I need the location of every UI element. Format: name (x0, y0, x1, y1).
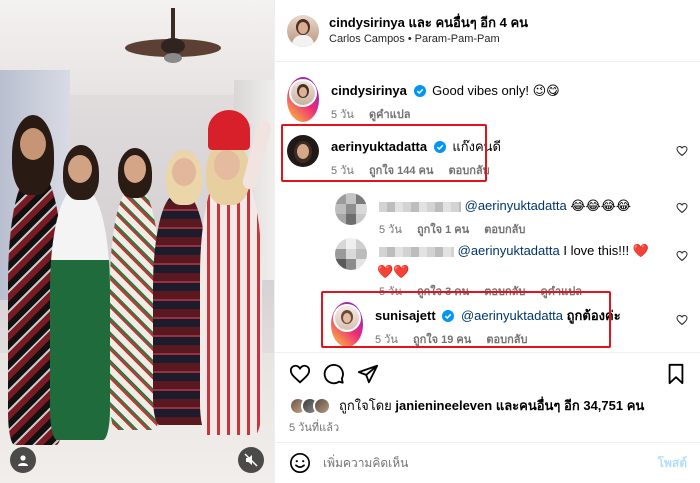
person-1-face (20, 128, 46, 160)
add-comment-bar: เพิ่มความคิดเห็น โพสต์ (275, 442, 700, 483)
heart-icon[interactable] (676, 314, 688, 326)
emoji-icon[interactable] (289, 452, 311, 474)
post-time[interactable]: 5 วันที่แล้ว (289, 418, 339, 436)
blurred-username[interactable] (379, 246, 454, 257)
header-text: cindysirinya และ คนอื่นๆ อีก 4 คน Carlos… (329, 14, 528, 47)
person-3-face (124, 155, 146, 183)
post-button[interactable]: โพสต์ (658, 454, 687, 473)
caption-translate[interactable]: ดูคำแปล (369, 109, 411, 121)
coauthors-link[interactable]: และ คนอื่นๆ อีก 4 คน (409, 15, 529, 30)
like-heart-icon[interactable] (289, 363, 311, 385)
person-5-face (214, 150, 240, 180)
comment-text-line: @aerinyuktadatta 😂😂😂😂 (379, 197, 631, 214)
post-header: cindysirinya และ คนอื่นๆ อีก 4 คน Carlos… (275, 0, 700, 62)
blurred-username[interactable] (379, 201, 461, 212)
save-bookmark-icon[interactable] (665, 363, 687, 385)
comment-meta: 5 วัน ถูกใจ 1 คน ตอบกลับ (379, 224, 631, 237)
author-avatar[interactable] (287, 14, 319, 47)
caption-text-line: cindysirinya Good vibes only! 😉😋 (331, 82, 560, 99)
mute-button[interactable] (238, 447, 264, 473)
likes-count[interactable]: 34,751 (583, 398, 623, 413)
ceiling-fan (125, 8, 221, 63)
instagram-post-view: cindysirinya และ คนอื่นๆ อีก 4 คน Carlos… (0, 0, 700, 483)
post-photo[interactable] (0, 0, 274, 483)
person-2-face (68, 155, 92, 183)
likes-prefix: ถูกใจโดย (339, 398, 392, 413)
likes-suffix: คน (626, 398, 645, 413)
speaker-muted-icon (244, 453, 258, 467)
person-4-face (172, 158, 196, 186)
comment-mention[interactable]: @aerinyuktadatta (465, 198, 567, 213)
caption-body: cindysirinya Good vibes only! 😉😋 5 วัน ด… (331, 82, 560, 122)
comment-time: 5 วัน (379, 224, 402, 236)
heart-icon[interactable] (676, 250, 688, 262)
action-bar (275, 352, 700, 388)
comment-text: I love this!!! ❤️ (563, 243, 649, 258)
liker-avatars[interactable] (289, 396, 333, 415)
audio-link[interactable]: Param-Pam-Pam (415, 33, 500, 45)
caption-avatar[interactable] (287, 77, 319, 122)
comment-icon[interactable] (323, 363, 345, 385)
comment-reply-2: @aerinyuktadatta I love this!!! ❤️ ❤️❤️ … (335, 238, 649, 299)
heart-icon[interactable] (676, 202, 688, 214)
likes-summary: ถูกใจโดย janienineeleven และคนอื่นๆ อีก … (289, 395, 644, 416)
highlight-box (281, 124, 487, 182)
person-5 (200, 170, 262, 435)
santa-hat (208, 110, 250, 150)
comment-mention[interactable]: @aerinyuktadatta (458, 243, 560, 258)
comment-input[interactable]: เพิ่มความคิดเห็น (323, 454, 658, 473)
comment-text-line: @aerinyuktadatta I love this!!! ❤️ (379, 242, 649, 259)
comment-text: 😂😂😂😂 (570, 198, 632, 213)
caption-username[interactable]: cindysirinya (331, 83, 407, 98)
share-icon[interactable] (357, 363, 379, 385)
caption: cindysirinya Good vibes only! 😉😋 5 วัน ด… (287, 77, 560, 122)
likes-user[interactable]: janienineeleven (395, 398, 492, 413)
comment-avatar[interactable] (335, 238, 367, 270)
author-username[interactable]: cindysirinya (329, 15, 405, 30)
liker-avatar (313, 396, 331, 415)
person-2 (50, 190, 110, 440)
comment-likes[interactable]: ถูกใจ 1 คน (417, 224, 469, 236)
comment-body: @aerinyuktadatta 😂😂😂😂 5 วัน ถูกใจ 1 คน ต… (379, 197, 631, 237)
tagged-users-button[interactable] (10, 447, 36, 473)
location-link[interactable]: Carlos Campos (329, 33, 405, 45)
comment-reply-1: @aerinyuktadatta 😂😂😂😂 5 วัน ถูกใจ 1 คน ต… (335, 193, 631, 237)
heart-icon[interactable] (676, 145, 688, 157)
comment-text-line-2: ❤️❤️ (377, 264, 410, 279)
post-details-panel: cindysirinya และ คนอื่นๆ อีก 4 คน Carlos… (274, 0, 700, 483)
header-subline: Carlos Campos • Param-Pam-Pam (329, 31, 528, 47)
caption-text: Good vibes only! 😉😋 (432, 83, 560, 98)
caption-time: 5 วัน (331, 109, 354, 121)
comment-reply-button[interactable]: ตอบกลับ (484, 224, 525, 236)
separator-dot: • (407, 33, 412, 45)
user-icon (18, 455, 28, 466)
verified-badge-icon (413, 85, 426, 97)
highlight-box (321, 291, 611, 348)
comment-avatar[interactable] (335, 193, 367, 225)
header-authors: cindysirinya และ คนอื่นๆ อีก 4 คน (329, 14, 528, 31)
caption-meta: 5 วัน ดูคำแปล (331, 109, 560, 122)
likes-middle[interactable]: และคนอื่นๆ อีก (496, 395, 580, 416)
